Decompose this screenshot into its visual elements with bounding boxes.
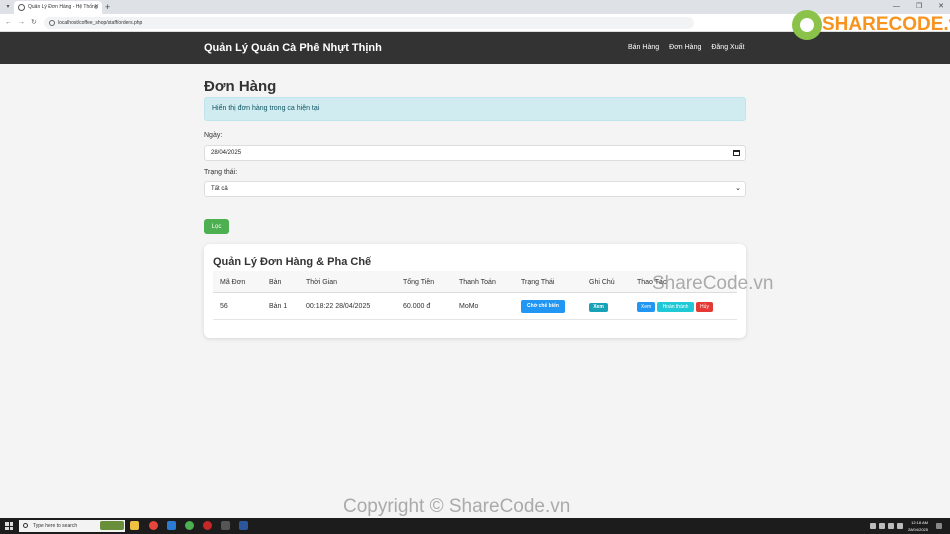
url-text: localhost/coffee_shop/staff/orders.php <box>58 20 143 26</box>
view-note-button[interactable]: Xem <box>589 303 608 312</box>
file-explorer-icon[interactable] <box>130 521 139 530</box>
notification-icon[interactable] <box>936 523 942 529</box>
col-note: Ghi Chú <box>589 279 615 286</box>
status-label: Trạng thái: <box>204 169 238 176</box>
taskbar: Type here to search 12:18 AM 28/04/2025 <box>0 518 950 534</box>
clock-date: 28/04/2025 <box>907 527 928 532</box>
tab-title: Quản Lý Đơn Hàng - Hệ Thống <box>28 4 98 10</box>
calendar-icon[interactable] <box>733 150 740 156</box>
vscode-icon[interactable] <box>167 521 176 530</box>
window-controls: — ❐ ✕ <box>893 1 944 13</box>
page-title: Đơn Hàng <box>204 78 277 95</box>
site-info-icon[interactable] <box>49 20 55 26</box>
app-icon-green[interactable] <box>185 521 194 530</box>
minimize-icon[interactable]: — <box>893 1 900 13</box>
taskbar-search-placeholder: Type here to search <box>33 523 78 529</box>
col-time: Thời Gian <box>306 279 338 286</box>
clock-time: 12:18 AM <box>911 520 928 525</box>
watermark-middle: ShareCode.vn <box>652 273 774 294</box>
date-input[interactable]: 28/04/2025 <box>204 145 746 161</box>
volume-icon[interactable] <box>888 523 894 529</box>
date-value: 28/04/2025 <box>211 150 242 156</box>
tray-chevron-icon[interactable] <box>870 523 876 529</box>
order-id: 56 <box>220 303 228 310</box>
date-label: Ngày: <box>204 132 223 139</box>
new-tab-plus-icon[interactable]: + <box>105 1 110 13</box>
close-window-icon[interactable]: ✕ <box>938 1 944 13</box>
windows-start-icon[interactable] <box>5 522 13 530</box>
col-table: Bàn <box>269 279 282 286</box>
app-icon-red[interactable] <box>203 521 212 530</box>
tab-close-icon[interactable]: ✕ <box>94 1 99 14</box>
tab-favicon-icon <box>18 4 25 11</box>
search-highlight-icon <box>100 521 124 530</box>
order-time: 00:18:22 28/04/2025 <box>306 303 371 310</box>
col-status: Trạng Thái <box>521 279 555 286</box>
browser-tab[interactable]: Quản Lý Đơn Hàng - Hệ Thống ✕ <box>14 1 102 14</box>
nav-links: Bán Hàng Đơn Hàng Đăng Xuất <box>628 44 744 51</box>
search-icon <box>23 523 28 528</box>
complete-order-button[interactable]: Hoàn thành <box>657 302 694 312</box>
filter-button[interactable]: Lọc <box>204 219 229 234</box>
nav-link-sales[interactable]: Bán Hàng <box>628 44 659 51</box>
order-total: 60.000 đ <box>403 303 431 310</box>
watermark-copyright: Copyright © ShareCode.vn <box>343 496 571 517</box>
status-badge[interactable]: Chờ chế biến <box>521 300 565 313</box>
table-row: 56 Bàn 1 00:18:22 28/04/2025 60.000 đ Mo… <box>213 294 737 320</box>
chrome-icon[interactable] <box>149 521 158 530</box>
maximize-icon[interactable]: ❐ <box>916 1 922 13</box>
reload-icon[interactable]: ↻ <box>31 17 37 29</box>
cancel-order-button[interactable]: Hủy <box>696 302 713 312</box>
taskbar-clock[interactable]: 12:18 AM 28/04/2025 <box>908 519 928 533</box>
word-icon[interactable] <box>239 521 248 530</box>
network-icon[interactable] <box>879 523 885 529</box>
language-icon[interactable] <box>897 523 903 529</box>
sharecode-logo-icon <box>792 10 822 40</box>
nav-link-orders[interactable]: Đơn Hàng <box>669 44 701 51</box>
order-table: Bàn 1 <box>269 303 288 310</box>
chevron-down-icon: ⌄ <box>735 185 741 192</box>
view-order-button[interactable]: Xem <box>637 302 655 312</box>
col-total: Tổng Tiền <box>403 279 435 286</box>
status-select[interactable]: Tất cả ⌄ <box>204 181 746 197</box>
back-arrow-icon[interactable]: ← <box>5 17 12 29</box>
col-order-id: Mã Đơn <box>220 279 246 286</box>
info-alert: Hiển thị đơn hàng trong ca hiện tại <box>204 97 746 121</box>
nav-link-logout[interactable]: Đăng Xuất <box>711 44 744 51</box>
url-field[interactable]: localhost/coffee_shop/staff/orders.php <box>44 17 694 29</box>
terminal-icon[interactable] <box>221 521 230 530</box>
tab-search-chevron-icon[interactable]: ▾ <box>3 2 13 12</box>
order-payment: MoMo <box>459 303 479 310</box>
watermark-logo-text: SHARECODE.vn <box>822 14 950 35</box>
col-payment: Thanh Toán <box>459 279 496 286</box>
forward-arrow-icon[interactable]: → <box>18 17 25 29</box>
brand-title[interactable]: Quản Lý Quán Cà Phê Nhựt Thịnh <box>204 42 382 54</box>
orders-card-title: Quản Lý Đơn Hàng & Pha Chế <box>213 256 372 268</box>
status-select-value: Tất cả <box>211 186 228 192</box>
